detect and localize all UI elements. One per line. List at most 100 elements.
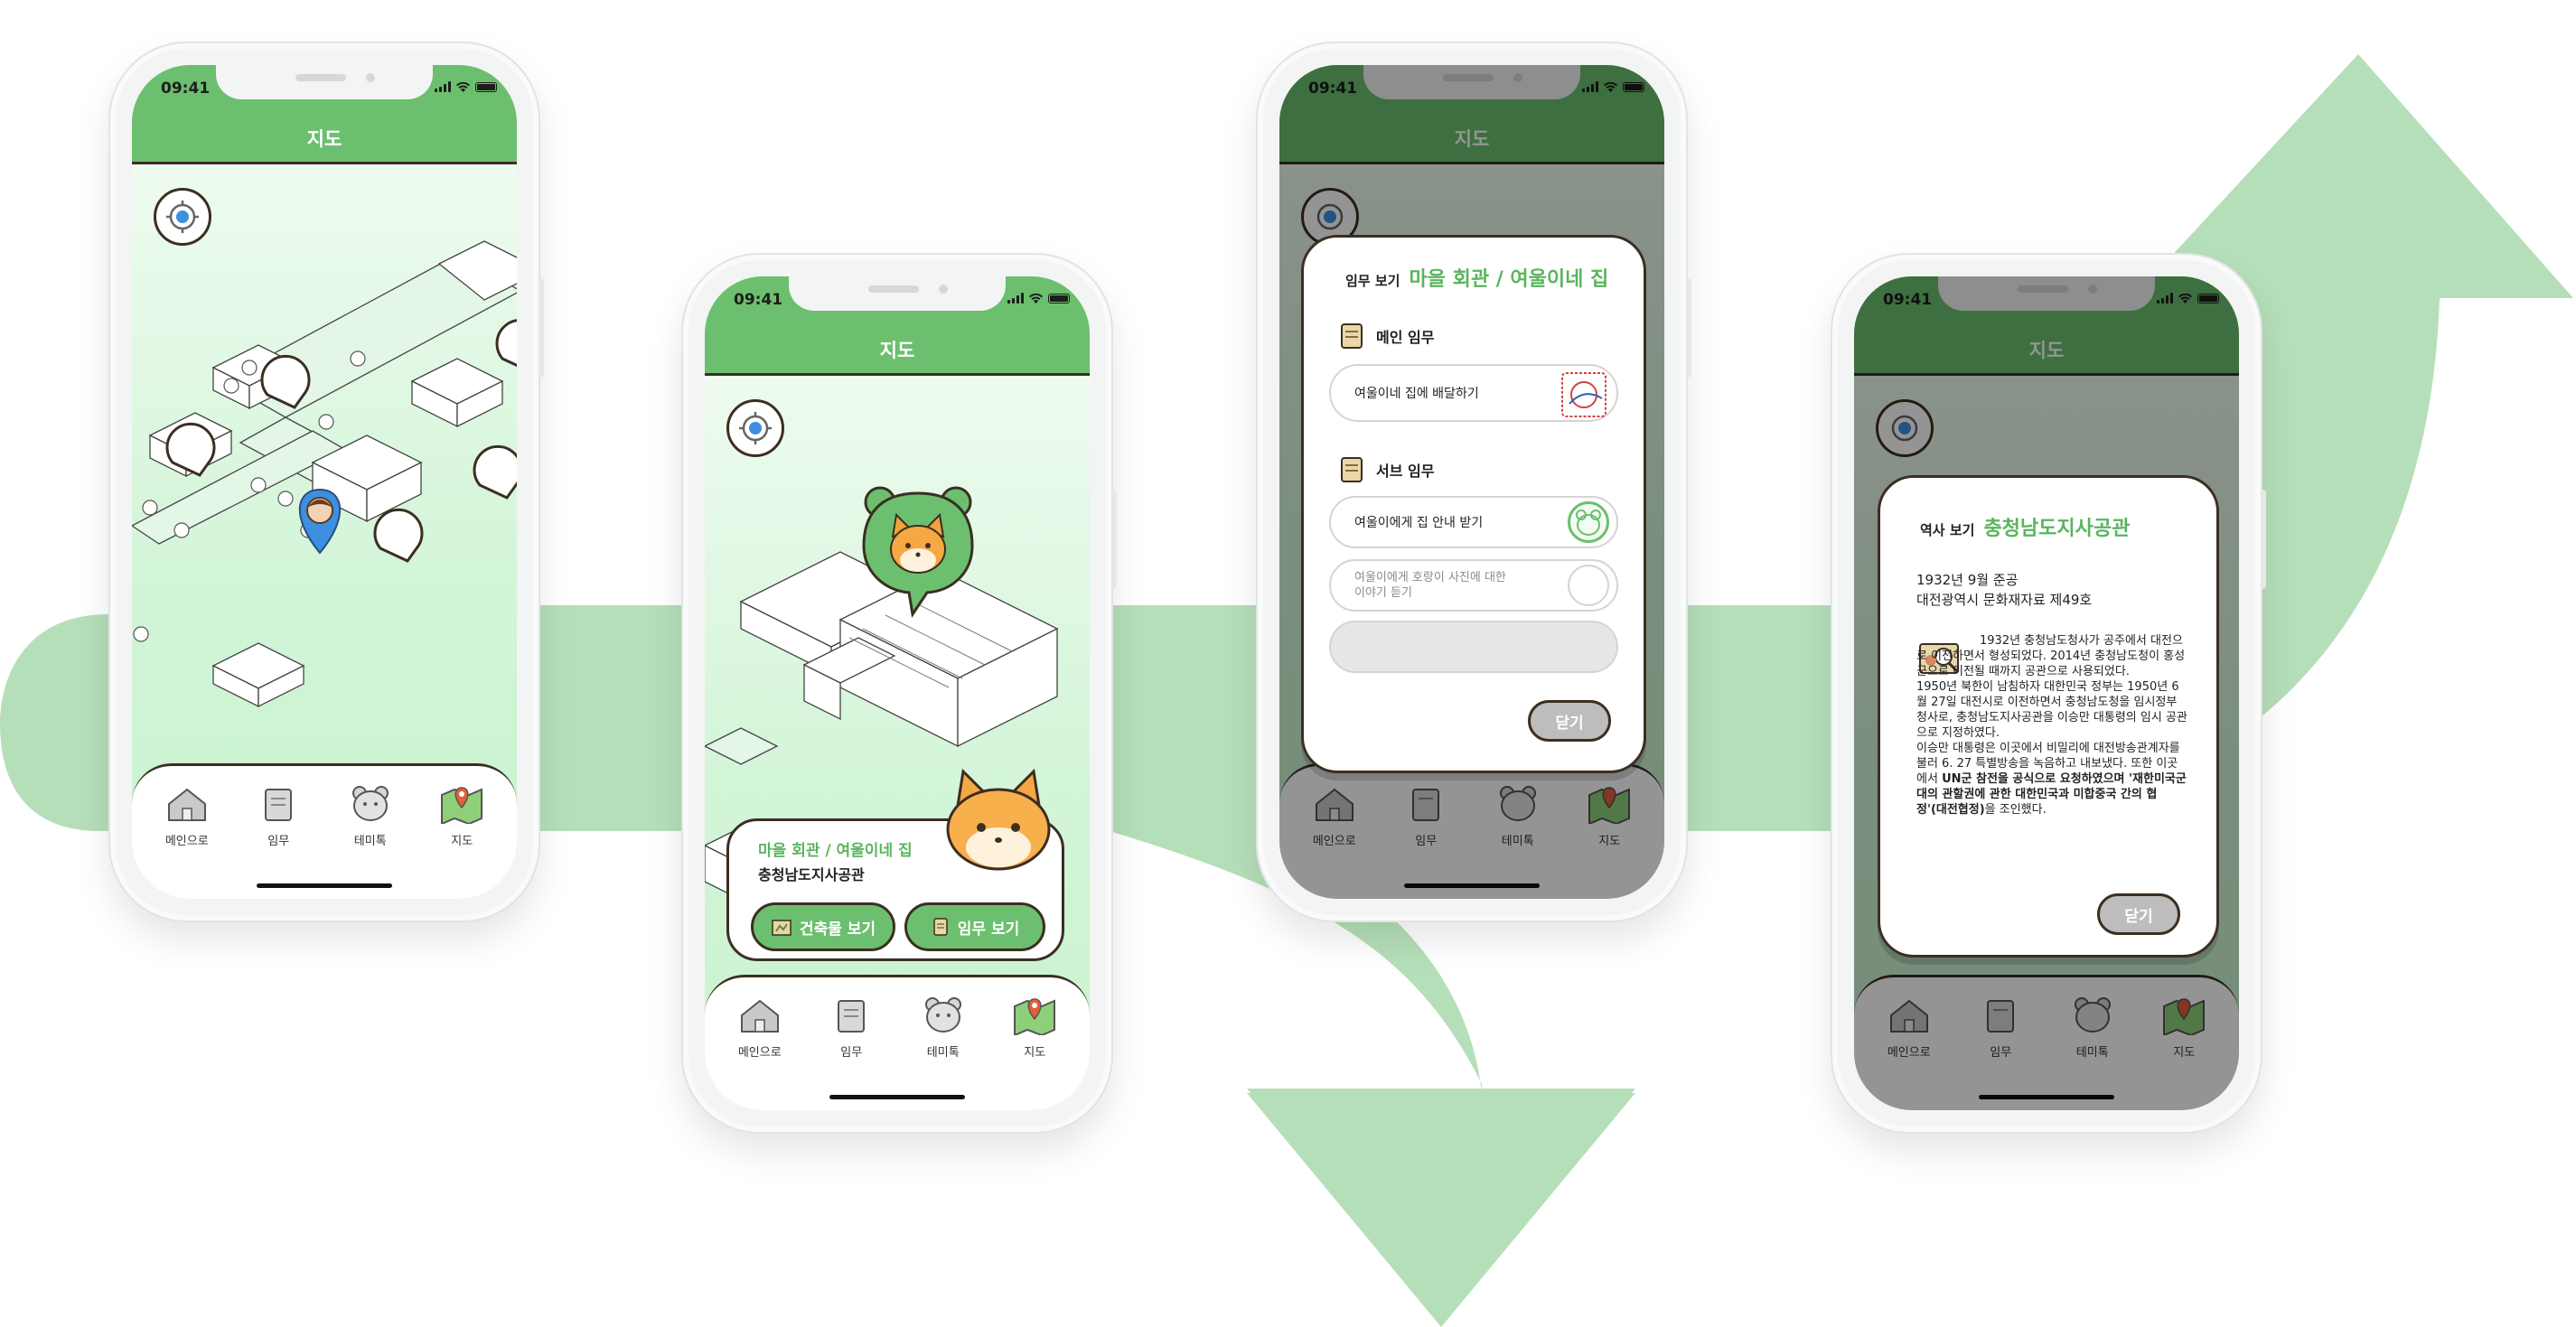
battery-icon <box>475 81 497 92</box>
status-icons <box>1007 293 1070 304</box>
bottom-tab-bar: 메인으로 임무 테미톡 지도 <box>132 763 517 899</box>
map-icon <box>441 787 483 824</box>
history-p3-end: 을 조인했다. <box>1984 803 2047 817</box>
scroll-icon <box>838 1000 866 1033</box>
view-building-label: 건축물 보기 <box>799 920 876 939</box>
history-p3-emphasis: UN군 참전을 공식으로 요청하였으며 '재한미국군대의 관할권에 관한 대한민… <box>1916 772 2187 817</box>
building-map-icon <box>772 920 792 936</box>
screen: 09:41 지도 메인으로 임무 <box>1279 65 1664 899</box>
modal-title: 마을 회관 / 여울이네 집 <box>1409 268 1609 291</box>
popup-subtitle: 마을 회관 / 여울이네 집 <box>758 842 913 860</box>
isometric-village-map <box>132 240 517 708</box>
scroll-icon <box>1341 323 1363 349</box>
sub-task-item[interactable]: 여울이에게 집 안내 받기 <box>1329 496 1618 548</box>
sub-task-label: 여울이에게 집 안내 받기 <box>1354 516 1484 530</box>
house-icon <box>740 999 779 1033</box>
sub-task-label-line2: 이야기 듣기 <box>1354 586 1412 600</box>
modal-header: 임무 보기 마을 회관 / 여울이네 집 <box>1345 263 1608 292</box>
page-title: 지도 <box>306 128 342 150</box>
tab-temi-talk[interactable]: 테미톡 <box>903 995 984 1060</box>
wifi-icon <box>456 81 470 92</box>
heritage-designation: 대전광역시 문화재자료 제49호 <box>1916 592 2093 608</box>
tab-home[interactable]: 메인으로 <box>719 995 801 1060</box>
tab-map[interactable]: 지도 <box>994 995 1075 1060</box>
location-marker-fox[interactable] <box>858 482 978 618</box>
notch <box>789 276 1006 311</box>
task-checkbox[interactable] <box>1568 565 1609 606</box>
tab-home[interactable]: 메인으로 <box>146 784 228 848</box>
modal-label: 역사 보기 <box>1920 522 1975 538</box>
tab-mission[interactable]: 임무 <box>238 784 319 848</box>
close-button[interactable]: 닫기 <box>2097 893 2180 935</box>
main-task-item[interactable]: 여울이네 집에 배달하기 <box>1329 364 1618 422</box>
empty-task-slot <box>1329 621 1618 673</box>
popup-building-name: 충청남도지사공관 <box>758 866 865 883</box>
tab-label: 지도 <box>451 835 473 848</box>
tab-label: 임무 <box>267 835 290 848</box>
main-task-label: 여울이네 집에 배달하기 <box>1354 387 1479 401</box>
home-indicator <box>257 883 392 888</box>
modal-header: 역사 보기 충청남도지사공관 <box>1920 512 2130 541</box>
status-icons <box>435 81 497 92</box>
history-paragraph-3: 이승만 대통령은 이곳에서 비밀리에 대전방송관계자를 불러 6. 27 특별방… <box>1916 741 2187 818</box>
sub-task-label-line1: 여울이에게 호랑이 사진에 대한 <box>1354 571 1506 584</box>
tab-label: 테미톡 <box>926 1046 960 1060</box>
scroll-icon <box>1341 457 1363 482</box>
view-mission-label: 임무 보기 <box>957 920 1020 939</box>
main-mission-heading: 메인 임무 <box>1336 321 1434 351</box>
status-time: 09:41 <box>161 79 211 98</box>
screen: 09:41 지도 <box>705 276 1090 1110</box>
home-indicator <box>829 1095 965 1099</box>
bear-face-icon <box>924 997 961 1033</box>
completion-date: 1932년 9월 준공 <box>1916 572 2019 588</box>
screen: 09:41 지도 <box>132 65 517 899</box>
user-location-pin <box>298 488 342 555</box>
bear-face-icon <box>351 786 389 821</box>
history-paragraph-1: 1932년 충청남도청사가 공주에서 대전으로 이전하면서 형성되었다. 201… <box>1916 634 2186 678</box>
notch <box>216 65 433 99</box>
tab-mission[interactable]: 임무 <box>810 995 892 1060</box>
wifi-icon <box>1029 293 1043 304</box>
task-complete-checkbox[interactable] <box>1568 501 1609 543</box>
phone-history-modal: 09:41 지도 메인으로 임무 테미톡 지도 역사 보기 충청남도지사공관 1… <box>1831 253 2266 1134</box>
modal-title: 충청남도지사공관 <box>1983 518 2131 540</box>
sub-task-item[interactable]: 여울이에게 호랑이 사진에 대한 이야기 듣기 <box>1329 559 1618 612</box>
crosshair-icon <box>166 201 199 233</box>
bottom-tab-bar: 메인으로 임무 테미톡 지도 <box>705 975 1090 1110</box>
history-modal: 역사 보기 충청남도지사공관 1932년 9월 준공 대전광역시 문화재자료 제… <box>1878 475 2219 958</box>
house-icon <box>167 788 206 821</box>
mission-modal: 임무 보기 마을 회관 / 여울이네 집 메인 임무 여울이네 집에 배달하기 … <box>1301 235 1646 773</box>
battery-icon <box>1048 293 1070 304</box>
fox-character <box>940 764 1057 873</box>
view-building-button[interactable]: 건축물 보기 <box>751 902 895 951</box>
signal-icon <box>1007 293 1024 304</box>
tab-label: 테미톡 <box>353 835 387 848</box>
history-paragraph-2: 1950년 북한이 남침하자 대한민국 정부는 1950년 6월 27일 대전시… <box>1916 680 2187 740</box>
main-mission-title: 메인 임무 <box>1376 329 1435 346</box>
tab-label: 메인으로 <box>737 1046 782 1060</box>
signal-icon <box>435 81 451 92</box>
tab-label: 임무 <box>840 1046 863 1060</box>
map-icon <box>1014 998 1056 1035</box>
bear-check-icon <box>1576 509 1601 536</box>
tab-temi-talk[interactable]: 테미톡 <box>330 784 411 848</box>
phone-mission-modal: 09:41 지도 메인으로 임무 테미톡 지도 임무 보기 마을 회관 / 여울… <box>1256 42 1691 922</box>
close-button[interactable]: 닫기 <box>1528 700 1611 742</box>
scroll-icon <box>933 918 948 936</box>
locate-button[interactable] <box>154 188 211 246</box>
view-mission-button[interactable]: 임무 보기 <box>904 902 1045 951</box>
phone-map-popup: 09:41 지도 마을 회관 / 여울이네 집 충청남도지사공관 건축물 보기 … <box>681 253 1117 1134</box>
scroll-icon <box>265 789 293 821</box>
tab-label: 메인으로 <box>164 835 209 848</box>
tab-label: 지도 <box>1024 1046 1046 1060</box>
screen: 09:41 지도 메인으로 임무 <box>1854 276 2239 1110</box>
tab-map[interactable]: 지도 <box>421 784 502 848</box>
sub-mission-title: 서브 임무 <box>1376 463 1435 480</box>
crosshair-icon <box>739 412 772 444</box>
phone-map: 09:41 지도 메인으로 임무 테미톡 지도 <box>108 42 544 922</box>
history-body: 1932년 충청남도청사가 공주에서 대전으로 이전하면서 형성되었다. 201… <box>1916 633 2187 818</box>
page-title: 지도 <box>879 340 915 361</box>
status-time: 09:41 <box>734 291 783 309</box>
completed-stamp-icon <box>1561 372 1606 417</box>
locate-button[interactable] <box>726 399 784 457</box>
